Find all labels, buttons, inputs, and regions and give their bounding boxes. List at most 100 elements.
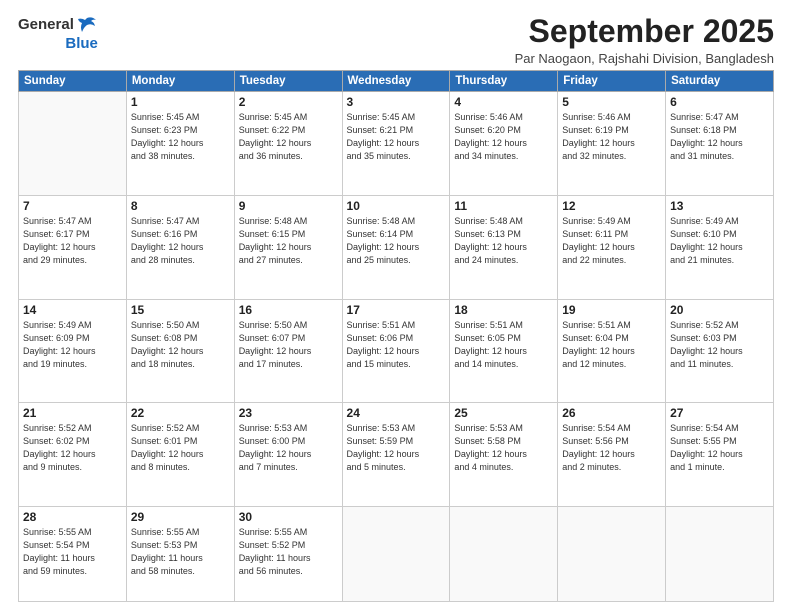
col-tuesday: Tuesday xyxy=(234,71,342,92)
day-info: Sunrise: 5:53 AM Sunset: 5:58 PM Dayligh… xyxy=(454,422,553,474)
table-row: 1 Sunrise: 5:45 AM Sunset: 6:23 PM Daylig… xyxy=(126,92,234,196)
day-number: 27 xyxy=(670,406,769,420)
day-number: 26 xyxy=(562,406,661,420)
table-row: 3 Sunrise: 5:45 AM Sunset: 6:21 PM Daylig… xyxy=(342,92,450,196)
table-row: 16 Sunrise: 5:50 AM Sunset: 6:07 PM Dayli… xyxy=(234,299,342,403)
day-number: 24 xyxy=(347,406,446,420)
table-row: 15 Sunrise: 5:50 AM Sunset: 6:08 PM Dayli… xyxy=(126,299,234,403)
calendar-table: Sunday Monday Tuesday Wednesday Thursday… xyxy=(18,70,774,602)
day-number: 8 xyxy=(131,199,230,213)
day-info: Sunrise: 5:45 AM Sunset: 6:22 PM Dayligh… xyxy=(239,111,338,163)
day-number: 1 xyxy=(131,95,230,109)
table-row: 27 Sunrise: 5:54 AM Sunset: 5:55 PM Dayli… xyxy=(666,403,774,507)
day-info: Sunrise: 5:46 AM Sunset: 6:19 PM Dayligh… xyxy=(562,111,661,163)
day-number: 2 xyxy=(239,95,338,109)
table-row: 22Sunrise: 5:52 AM Sunset: 6:01 PM Dayli… xyxy=(126,403,234,507)
day-info: Sunrise: 5:52 AM Sunset: 6:01 PM Dayligh… xyxy=(131,422,230,474)
table-row: 9 Sunrise: 5:48 AM Sunset: 6:15 PM Daylig… xyxy=(234,195,342,299)
day-number: 3 xyxy=(347,95,446,109)
col-friday: Friday xyxy=(558,71,666,92)
table-row: 12 Sunrise: 5:49 AM Sunset: 6:11 PM Dayli… xyxy=(558,195,666,299)
day-info: Sunrise: 5:47 AM Sunset: 6:16 PM Dayligh… xyxy=(131,215,230,267)
table-row xyxy=(19,92,127,196)
table-row: 21Sunrise: 5:52 AM Sunset: 6:02 PM Dayli… xyxy=(19,403,127,507)
table-row: 25 Sunrise: 5:53 AM Sunset: 5:58 PM Dayli… xyxy=(450,403,558,507)
col-wednesday: Wednesday xyxy=(342,71,450,92)
logo-bird-icon xyxy=(76,14,98,36)
table-row xyxy=(666,506,774,601)
day-info: Sunrise: 5:51 AM Sunset: 6:04 PM Dayligh… xyxy=(562,319,661,371)
table-row: 17 Sunrise: 5:51 AM Sunset: 6:06 PM Dayli… xyxy=(342,299,450,403)
table-row: 23Sunrise: 5:53 AM Sunset: 6:00 PM Dayli… xyxy=(234,403,342,507)
day-info: Sunrise: 5:48 AM Sunset: 6:15 PM Dayligh… xyxy=(239,215,338,267)
col-thursday: Thursday xyxy=(450,71,558,92)
table-row: 11 Sunrise: 5:48 AM Sunset: 6:13 PM Dayli… xyxy=(450,195,558,299)
day-info: Sunrise: 5:49 AM Sunset: 6:11 PM Dayligh… xyxy=(562,215,661,267)
table-row: 7 Sunrise: 5:47 AM Sunset: 6:17 PM Daylig… xyxy=(19,195,127,299)
day-info: Sunrise: 5:51 AM Sunset: 6:05 PM Dayligh… xyxy=(454,319,553,371)
logo: General Blue xyxy=(18,14,98,53)
day-info: Sunrise: 5:50 AM Sunset: 6:08 PM Dayligh… xyxy=(131,319,230,371)
table-row: 6 Sunrise: 5:47 AM Sunset: 6:18 PM Daylig… xyxy=(666,92,774,196)
page: General Blue September 2025 Par Naogaon,… xyxy=(0,0,792,612)
subtitle: Par Naogaon, Rajshahi Division, Banglade… xyxy=(515,51,774,66)
day-number: 16 xyxy=(239,303,338,317)
table-row xyxy=(450,506,558,601)
day-info: Sunrise: 5:46 AM Sunset: 6:20 PM Dayligh… xyxy=(454,111,553,163)
day-info: Sunrise: 5:47 AM Sunset: 6:17 PM Dayligh… xyxy=(23,215,122,267)
table-row: 18 Sunrise: 5:51 AM Sunset: 6:05 PM Dayli… xyxy=(450,299,558,403)
day-info: Sunrise: 5:48 AM Sunset: 6:14 PM Dayligh… xyxy=(347,215,446,267)
day-number: 13 xyxy=(670,199,769,213)
day-info: Sunrise: 5:54 AM Sunset: 5:55 PM Dayligh… xyxy=(670,422,769,474)
day-number: 20 xyxy=(670,303,769,317)
col-monday: Monday xyxy=(126,71,234,92)
table-row xyxy=(342,506,450,601)
day-number: 18 xyxy=(454,303,553,317)
day-number: 12 xyxy=(562,199,661,213)
table-row xyxy=(558,506,666,601)
table-row: 4 Sunrise: 5:46 AM Sunset: 6:20 PM Daylig… xyxy=(450,92,558,196)
table-row: 28 Sunrise: 5:55 AM Sunset: 5:54 PM Dayli… xyxy=(19,506,127,601)
day-info: Sunrise: 5:52 AM Sunset: 6:02 PM Dayligh… xyxy=(23,422,122,474)
day-info: Sunrise: 5:45 AM Sunset: 6:21 PM Dayligh… xyxy=(347,111,446,163)
table-row: 20Sunrise: 5:52 AM Sunset: 6:03 PM Dayli… xyxy=(666,299,774,403)
table-row: 24Sunrise: 5:53 AM Sunset: 5:59 PM Dayli… xyxy=(342,403,450,507)
table-row: 14 Sunrise: 5:49 AM Sunset: 6:09 PM Dayli… xyxy=(19,299,127,403)
day-info: Sunrise: 5:45 AM Sunset: 6:23 PM Dayligh… xyxy=(131,111,230,163)
day-info: Sunrise: 5:54 AM Sunset: 5:56 PM Dayligh… xyxy=(562,422,661,474)
day-number: 11 xyxy=(454,199,553,213)
table-row: 19 Sunrise: 5:51 AM Sunset: 6:04 PM Dayli… xyxy=(558,299,666,403)
day-number: 25 xyxy=(454,406,553,420)
day-number: 15 xyxy=(131,303,230,317)
day-number: 28 xyxy=(23,510,122,524)
day-number: 7 xyxy=(23,199,122,213)
day-number: 6 xyxy=(670,95,769,109)
day-number: 10 xyxy=(347,199,446,213)
day-info: Sunrise: 5:51 AM Sunset: 6:06 PM Dayligh… xyxy=(347,319,446,371)
day-number: 14 xyxy=(23,303,122,317)
day-info: Sunrise: 5:55 AM Sunset: 5:52 PM Dayligh… xyxy=(239,526,338,578)
day-info: Sunrise: 5:50 AM Sunset: 6:07 PM Dayligh… xyxy=(239,319,338,371)
col-sunday: Sunday xyxy=(19,71,127,92)
day-number: 9 xyxy=(239,199,338,213)
day-number: 19 xyxy=(562,303,661,317)
day-info: Sunrise: 5:55 AM Sunset: 5:53 PM Dayligh… xyxy=(131,526,230,578)
month-title: September 2025 xyxy=(515,14,774,49)
day-info: Sunrise: 5:47 AM Sunset: 6:18 PM Dayligh… xyxy=(670,111,769,163)
table-row: 26 Sunrise: 5:54 AM Sunset: 5:56 PM Dayli… xyxy=(558,403,666,507)
table-row: 29 Sunrise: 5:55 AM Sunset: 5:53 PM Dayli… xyxy=(126,506,234,601)
day-number: 30 xyxy=(239,510,338,524)
day-number: 17 xyxy=(347,303,446,317)
title-block: September 2025 Par Naogaon, Rajshahi Div… xyxy=(515,14,774,66)
day-info: Sunrise: 5:49 AM Sunset: 6:10 PM Dayligh… xyxy=(670,215,769,267)
day-number: 5 xyxy=(562,95,661,109)
table-row: 8 Sunrise: 5:47 AM Sunset: 6:16 PM Daylig… xyxy=(126,195,234,299)
day-info: Sunrise: 5:49 AM Sunset: 6:09 PM Dayligh… xyxy=(23,319,122,371)
col-saturday: Saturday xyxy=(666,71,774,92)
day-info: Sunrise: 5:48 AM Sunset: 6:13 PM Dayligh… xyxy=(454,215,553,267)
logo-text-general: General xyxy=(18,17,74,34)
table-row: 5 Sunrise: 5:46 AM Sunset: 6:19 PM Daylig… xyxy=(558,92,666,196)
day-info: Sunrise: 5:55 AM Sunset: 5:54 PM Dayligh… xyxy=(23,526,122,578)
day-number: 29 xyxy=(131,510,230,524)
day-number: 4 xyxy=(454,95,553,109)
